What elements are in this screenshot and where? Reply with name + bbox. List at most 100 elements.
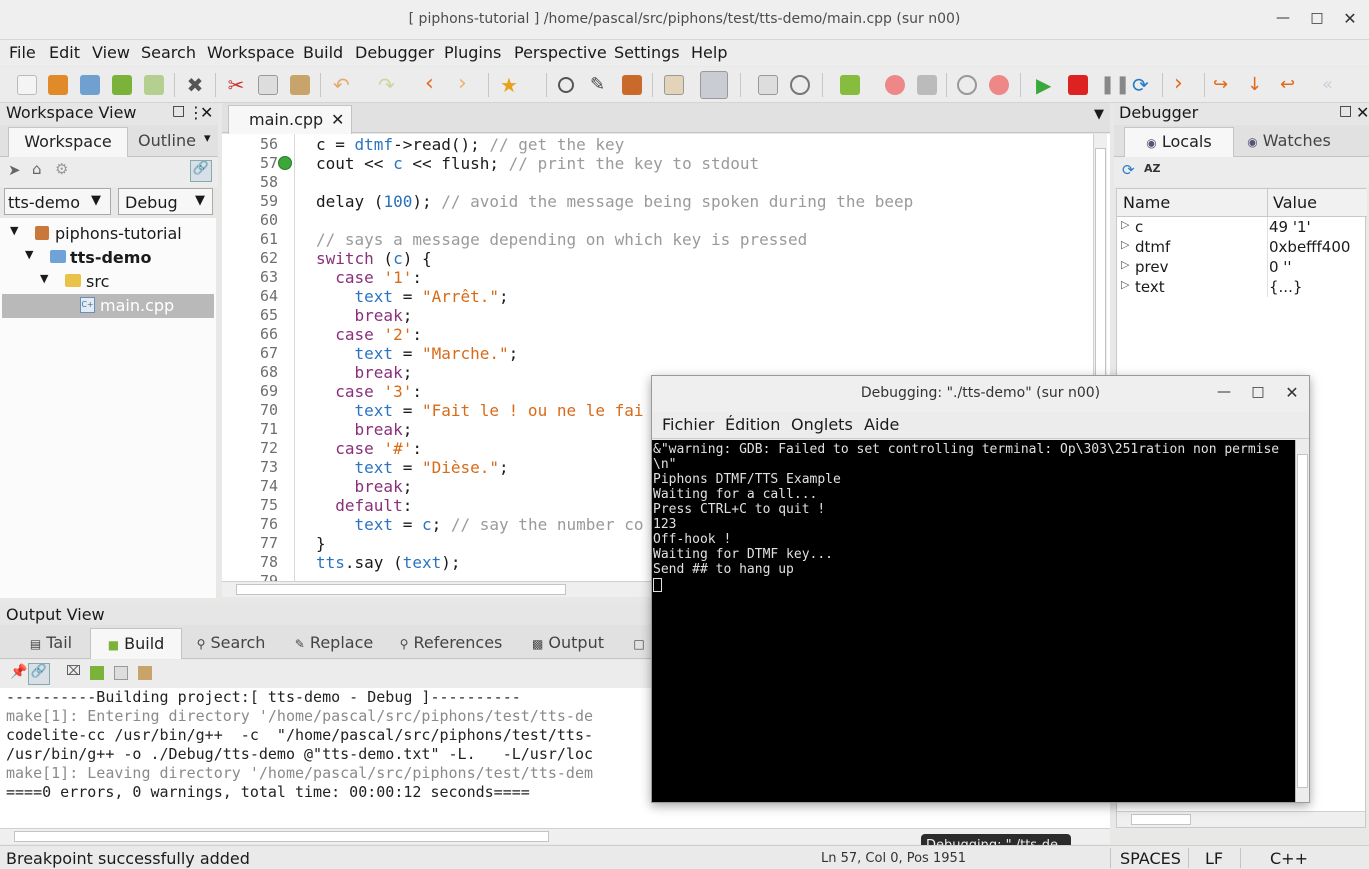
debug-toggle-icon[interactable] <box>700 71 728 99</box>
step-over-icon[interactable]: ↪ <box>1213 75 1233 95</box>
stop-debug-disabled-icon[interactable] <box>989 75 1009 95</box>
tab-locals[interactable]: ◉ Locals <box>1124 127 1234 157</box>
menu-build[interactable]: Build <box>303 43 343 62</box>
tab-output[interactable]: ▩ Output <box>520 629 616 659</box>
bookmark-star-icon[interactable]: ★ <box>500 75 520 95</box>
terminal-menu-tabs[interactable]: Onglets <box>791 415 853 434</box>
column-value[interactable]: Value <box>1273 193 1317 212</box>
tab-tail[interactable]: ▤ Tail <box>16 629 86 659</box>
stop-debugger-icon[interactable] <box>1068 75 1088 95</box>
continue-icon[interactable]: ▶ <box>1036 75 1056 95</box>
clipboard-icon[interactable] <box>664 75 684 95</box>
table-row[interactable]: ▷ c 49 '1' <box>1117 217 1367 237</box>
settings-gear-icon[interactable] <box>790 75 810 95</box>
tab-watches[interactable]: ◉ Watches <box>1238 127 1340 157</box>
sync-link-icon[interactable]: 🔗 <box>190 160 212 182</box>
language-mode[interactable]: C++ <box>1270 849 1308 868</box>
menu-edit[interactable]: Edit <box>49 43 80 62</box>
terminal-menu-file[interactable]: Fichier <box>662 415 714 434</box>
table-row[interactable]: ▷ text {...} <box>1117 277 1367 297</box>
tab-main-cpp[interactable]: main.cpp ✕ <box>228 105 352 134</box>
table-row[interactable]: ▷ dtmf 0xbefff400 <box>1117 237 1367 257</box>
tab-outline[interactable]: Outline <box>132 127 202 157</box>
eol-mode[interactable]: LF <box>1205 849 1223 868</box>
reload-icon[interactable] <box>80 75 100 95</box>
highlight-icon[interactable]: ✎ <box>590 75 610 95</box>
step-into-icon[interactable]: ↓ <box>1247 75 1267 95</box>
save-output-icon[interactable] <box>90 666 104 680</box>
save-all-icon[interactable] <box>144 75 164 95</box>
settings-icon[interactable]: ⚙ <box>55 160 68 178</box>
menu-settings[interactable]: Settings <box>614 43 680 62</box>
close-icon[interactable]: ✕ <box>1338 9 1362 28</box>
expand-icon[interactable]: ▼ <box>10 224 18 237</box>
redo-icon[interactable]: ↷ <box>378 75 398 95</box>
menu-debugger[interactable]: Debugger <box>355 43 434 62</box>
new-file-icon[interactable] <box>17 75 37 95</box>
indent-mode[interactable]: SPACES <box>1120 849 1181 868</box>
save-icon[interactable] <box>112 75 132 95</box>
menu-search[interactable]: Search <box>141 43 196 62</box>
close-file-icon[interactable]: ✖ <box>185 75 205 95</box>
back-icon[interactable]: ‹ <box>425 73 445 95</box>
clean-icon[interactable] <box>917 75 937 95</box>
minimize-icon[interactable]: — <box>1271 10 1295 26</box>
menu-plugins[interactable]: Plugins <box>444 43 501 62</box>
restart-icon[interactable]: ⟳ <box>1132 75 1152 95</box>
tab-close-icon[interactable]: ✕ <box>331 106 344 133</box>
open-folder-icon[interactable] <box>48 75 68 95</box>
step-out-icon[interactable]: ↩ <box>1280 75 1300 95</box>
home-icon[interactable]: ⌂ <box>32 160 42 178</box>
link-icon[interactable]: 🔗 <box>28 663 50 685</box>
sort-az-icon[interactable]: AZ <box>1144 162 1161 175</box>
undo-icon[interactable]: ↶ <box>333 75 353 95</box>
show-cursor-icon[interactable]: › <box>1174 73 1194 95</box>
project-select[interactable]: tts-demo ▼ <box>4 188 111 215</box>
pin-icon[interactable]: 📌 <box>10 664 27 680</box>
find-icon[interactable] <box>558 77 574 93</box>
menu-perspective[interactable]: Perspective <box>514 43 607 62</box>
expand-icon[interactable]: ▼ <box>40 272 48 285</box>
terminal-menu-edit[interactable]: Édition <box>725 415 780 434</box>
maximize-icon[interactable]: □ <box>1246 384 1270 400</box>
menu-workspace[interactable]: Workspace <box>207 43 294 62</box>
minimize-icon[interactable]: — <box>1212 384 1236 400</box>
stop-build-icon[interactable] <box>885 75 905 95</box>
cut-icon[interactable]: ✂ <box>226 75 246 95</box>
run-build-icon[interactable] <box>840 75 860 95</box>
expand-icon[interactable]: ▷ <box>1121 258 1129 271</box>
debug-settings-icon[interactable] <box>957 75 977 95</box>
terminal-scrollbar[interactable] <box>1295 440 1309 802</box>
table-row[interactable]: ▷ prev 0 '' <box>1117 257 1367 277</box>
expand-icon[interactable]: ▼ <box>25 248 33 261</box>
tab-references[interactable]: ⚲ References <box>392 629 510 659</box>
tree-node-project[interactable]: ▼ tts-demo <box>0 246 214 270</box>
expand-icon[interactable]: ▷ <box>1121 218 1129 231</box>
tab-build[interactable]: ■ Build <box>90 628 182 659</box>
copy-icon[interactable] <box>258 75 278 95</box>
config-select[interactable]: Debug ▼ <box>118 188 213 215</box>
panel-float-icon[interactable]: □ <box>1339 103 1352 119</box>
paste-output-icon[interactable] <box>138 666 152 680</box>
terminal-menu-help[interactable]: Aide <box>864 415 899 434</box>
column-name[interactable]: Name <box>1123 193 1170 212</box>
tree-node-workspace[interactable]: ▼ piphons-tutorial <box>0 222 214 246</box>
panel-float-icon[interactable]: □ <box>172 103 185 119</box>
find-in-files-icon[interactable] <box>622 75 642 95</box>
menu-view[interactable]: View <box>92 43 130 62</box>
panel-close-icon[interactable]: ✕ <box>1356 103 1369 122</box>
menu-file[interactable]: File <box>9 43 36 62</box>
tab-workspace[interactable]: Workspace <box>8 127 128 157</box>
build-icon[interactable] <box>758 75 778 95</box>
expand-icon[interactable]: ▷ <box>1121 238 1129 251</box>
chevron-down-icon[interactable]: ▾ <box>204 131 211 146</box>
tree-node-file-selected[interactable]: C+ main.cpp <box>2 294 214 318</box>
menu-help[interactable]: Help <box>691 43 727 62</box>
tab-more[interactable]: □ <box>624 629 654 659</box>
clear-icon[interactable]: ⌧ <box>66 664 81 679</box>
collapse-toolbar-icon[interactable]: « <box>1322 75 1342 95</box>
tab-search[interactable]: ⚲ Search <box>186 629 276 659</box>
pause-icon[interactable]: ❚❚ <box>1100 75 1130 95</box>
close-icon[interactable]: ✕ <box>1280 383 1304 402</box>
terminal-screen[interactable] <box>652 440 1295 802</box>
